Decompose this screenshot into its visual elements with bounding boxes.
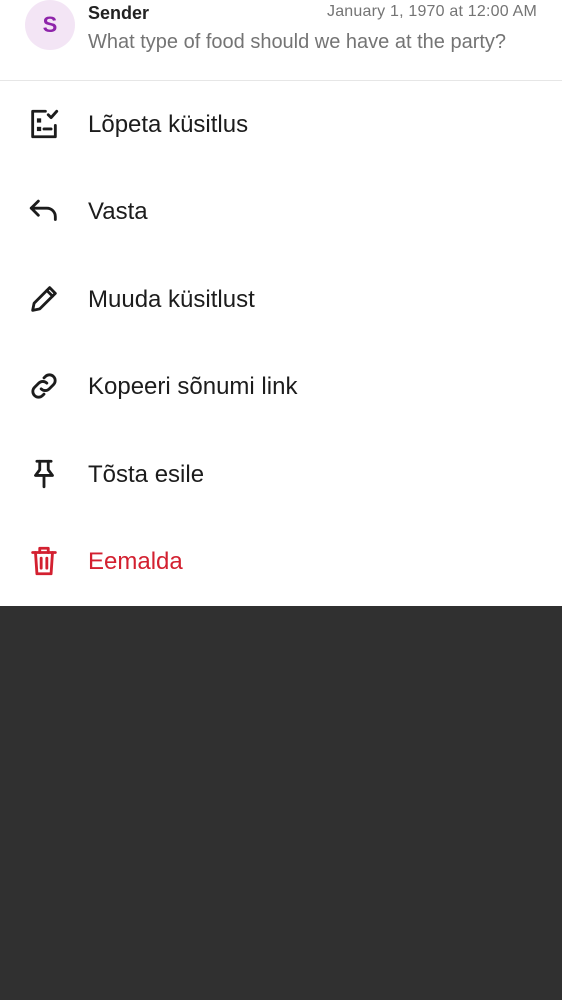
- menu-item-copy-link[interactable]: Kopeeri sõnumi link: [0, 343, 562, 430]
- menu-item-edit-poll[interactable]: Muuda küsitlust: [0, 256, 562, 343]
- menu-item-label: Lõpeta küsitlus: [88, 111, 249, 138]
- menu-item-end-poll[interactable]: Lõpeta küsitlus: [0, 81, 562, 168]
- message-actions-sheet: S Sender January 1, 1970 at 12:00 AM Wha…: [0, 0, 562, 606]
- message-preview: What type of food should we have at the …: [88, 31, 507, 53]
- end-poll-icon: [27, 107, 61, 141]
- menu-item-reply[interactable]: Vasta: [0, 168, 562, 255]
- menu-item-label: Eemalda: [88, 548, 183, 575]
- menu-item-label: Muuda küsitlust: [88, 286, 255, 313]
- menu-item-label: Vasta: [88, 198, 148, 225]
- trash-icon: [27, 544, 61, 578]
- pencil-icon: [27, 282, 61, 316]
- scrim-backdrop[interactable]: [0, 606, 562, 1000]
- reply-icon: [27, 194, 61, 228]
- menu-item-label: Kopeeri sõnumi link: [88, 373, 298, 400]
- avatar: S: [25, 0, 75, 50]
- pin-icon: [27, 457, 61, 491]
- message-timestamp: January 1, 1970 at 12:00 AM: [327, 3, 537, 20]
- menu-item-label: Tõsta esile: [88, 461, 205, 488]
- menu-item-delete[interactable]: Eemalda: [0, 518, 562, 605]
- sender-name: Sender: [88, 3, 150, 23]
- message-header: S Sender January 1, 1970 at 12:00 AM Wha…: [0, 0, 562, 81]
- avatar-initial: S: [42, 12, 58, 37]
- menu-item-pin[interactable]: Tõsta esile: [0, 431, 562, 518]
- link-icon: [27, 369, 61, 403]
